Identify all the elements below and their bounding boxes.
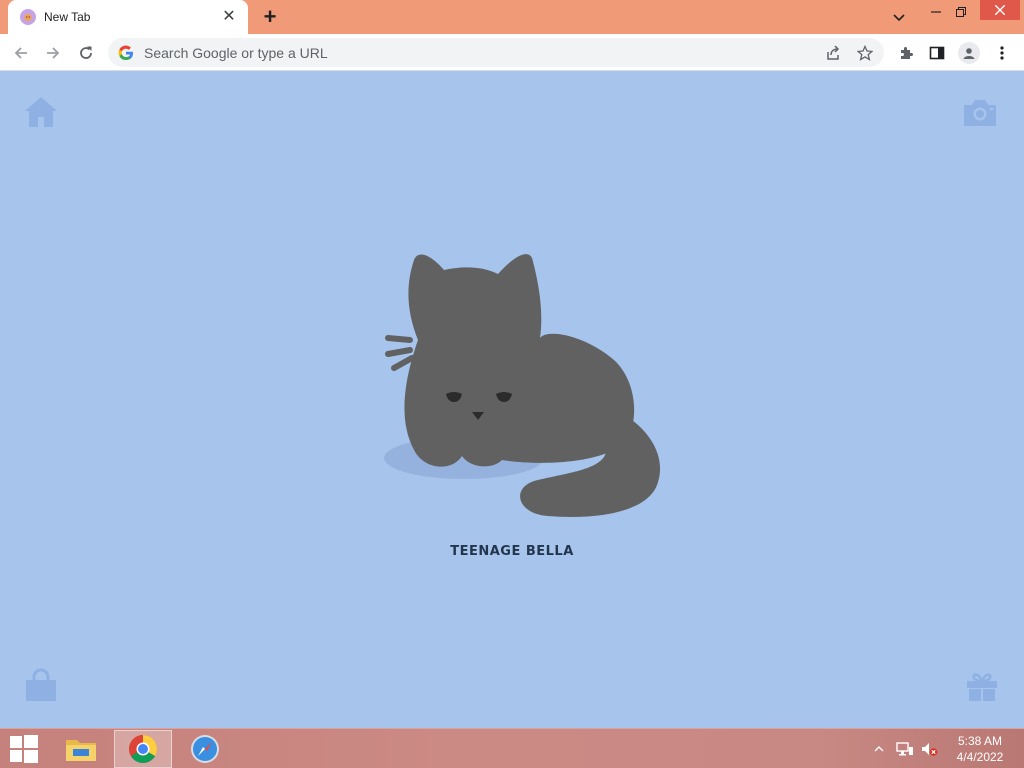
tab-strip: New Tab ✕ + (0, 0, 1024, 34)
extensions-icon[interactable] (893, 40, 919, 66)
start-button[interactable] (0, 729, 48, 768)
menu-kebab-icon[interactable] (989, 40, 1015, 66)
cat-name-label: TEENAGE BELLA (450, 544, 574, 559)
cat-whiskers (385, 335, 415, 371)
tab-title: New Tab (44, 10, 91, 24)
home-icon[interactable] (23, 94, 59, 130)
volume-muted-icon[interactable] (920, 729, 938, 768)
forward-button[interactable] (40, 40, 66, 66)
restore-button[interactable] (950, 0, 972, 24)
gift-icon[interactable] (964, 668, 1000, 704)
google-icon (118, 45, 133, 60)
shopping-bag-icon[interactable] (23, 668, 59, 704)
clock-time: 5:38 AM (957, 734, 1003, 748)
camera-icon[interactable] (962, 94, 998, 130)
windows-taskbar: 5:38 AM 4/4/2022 (0, 728, 1024, 768)
tab-close-icon[interactable]: ✕ (220, 8, 238, 26)
share-icon[interactable] (820, 40, 846, 66)
system-clock[interactable]: 5:38 AM 4/4/2022 (950, 733, 1010, 765)
windows-logo-icon (10, 735, 38, 763)
show-hidden-icons-icon[interactable] (874, 729, 884, 768)
close-window-button[interactable] (980, 0, 1020, 20)
bookmark-star-icon[interactable] (852, 40, 878, 66)
cat-favicon-icon (20, 9, 36, 25)
side-panel-icon[interactable] (924, 40, 950, 66)
network-icon[interactable] (896, 729, 914, 768)
file-explorer-icon[interactable] (52, 730, 110, 768)
chrome-icon[interactable] (114, 730, 172, 768)
minimize-button[interactable] (925, 0, 947, 24)
address-bar[interactable] (108, 38, 884, 67)
safari-icon[interactable] (176, 730, 234, 768)
search-input[interactable] (144, 44, 784, 61)
tab-new-tab[interactable]: New Tab ✕ (8, 0, 248, 34)
back-button[interactable] (8, 40, 34, 66)
clock-date: 4/4/2022 (956, 750, 1004, 764)
browser-toolbar (0, 34, 1024, 71)
reload-button[interactable] (73, 40, 99, 66)
cat-body (404, 254, 635, 467)
cat-illustration[interactable] (378, 250, 668, 530)
profile-avatar-icon[interactable] (956, 40, 982, 66)
tab-search-icon[interactable] (888, 6, 910, 30)
new-tab-button[interactable]: + (259, 6, 281, 28)
new-tab-page: TEENAGE BELLA (0, 72, 1024, 726)
